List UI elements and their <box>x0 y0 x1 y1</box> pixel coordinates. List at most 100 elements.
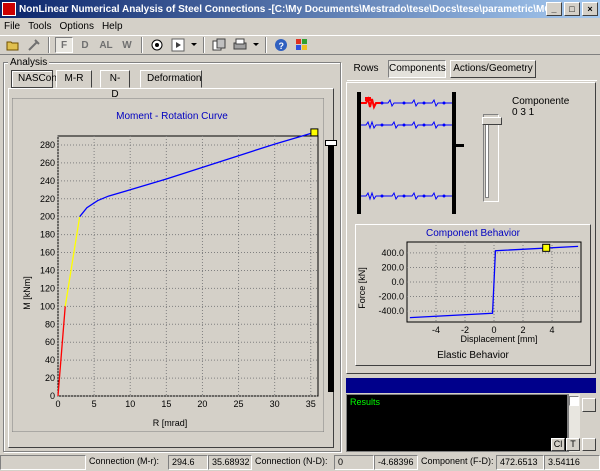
copy-icon[interactable] <box>210 37 228 53</box>
moment-x-tick-label: 30 <box>270 399 280 409</box>
dropdown-arrow-icon[interactable] <box>252 37 260 53</box>
moment-x-tick-label: 35 <box>306 399 316 409</box>
moment-x-tick-label: 25 <box>234 399 244 409</box>
moment-y-tick-label: 100 <box>40 301 55 311</box>
moment-y-tick-label: 160 <box>40 248 55 258</box>
component-slider-thumb[interactable] <box>482 117 502 125</box>
window-title: NonLinear Numerical Analysis of Steel Co… <box>19 3 559 15</box>
app-icon <box>2 2 16 16</box>
tab-actions-geometry[interactable]: Actions/Geometry <box>450 60 536 78</box>
al-button[interactable]: AL <box>97 37 115 53</box>
menu-help[interactable]: Help <box>98 21 127 32</box>
results-header-bar <box>346 378 596 393</box>
status-conn-nd-value-2: -4.68396 <box>374 454 418 470</box>
moment-chart-title: Moment - Rotation Curve <box>116 111 228 122</box>
status-comp-fd-label: Component (F-D): <box>421 455 494 466</box>
moment-y-tick-label: 80 <box>45 319 55 329</box>
component-marker <box>542 243 551 252</box>
moment-rotation-chart: Moment - Rotation Curve 0204060801001201… <box>12 98 324 432</box>
component-y-tick-label: 400.0 <box>381 248 404 258</box>
moment-y-tick-label: 20 <box>45 373 55 383</box>
status-bar: Connection (M-r): 294.6 35.68932 Connect… <box>0 453 600 471</box>
moment-x-tick-label: 0 <box>55 399 60 409</box>
moment-x-tick-label: 15 <box>161 399 171 409</box>
moment-y-tick-label: 240 <box>40 176 55 186</box>
status-comp-fd-value-1: 472.6513 <box>496 454 544 470</box>
component-y-tick-label: -400.0 <box>378 306 404 316</box>
moment-y-axis-label: M [kNm] <box>22 276 32 310</box>
results-checkbox[interactable] <box>569 396 579 406</box>
component-y-tick-label: 200.0 <box>381 262 404 272</box>
tab-nascon[interactable]: NASCon <box>11 70 57 88</box>
tab-m-r[interactable]: M-R <box>56 70 92 88</box>
moment-y-tick-label: 220 <box>40 194 55 204</box>
status-conn-mr-value-2: 35.68932 <box>208 454 252 470</box>
status-conn-nd-label: Connection (N-D): <box>255 455 328 466</box>
dropdown-arrow-icon[interactable] <box>190 37 198 53</box>
status-conn-mr-value-1: 294.6 <box>168 454 208 470</box>
t-button[interactable]: T <box>566 438 580 451</box>
moment-x-tick-label: 5 <box>92 399 97 409</box>
connection-schematic <box>352 88 472 218</box>
svg-text:?: ? <box>279 41 285 51</box>
w-button[interactable]: W <box>118 37 136 53</box>
menu-tools[interactable]: Tools <box>24 21 55 32</box>
chart-slider-thumb[interactable] <box>325 140 337 146</box>
moment-x-tick-label: 10 <box>125 399 135 409</box>
status-conn-mr-label: Connection (M-r): <box>89 455 160 466</box>
d-button[interactable]: D <box>76 37 94 53</box>
component-x-tick-label: 4 <box>549 325 554 335</box>
moment-y-tick-label: 200 <box>40 212 55 222</box>
component-caption: Elastic Behavior <box>437 350 509 361</box>
print-icon[interactable] <box>231 37 249 53</box>
component-chart-title: Component Behavior <box>426 228 521 239</box>
minimize-button[interactable]: _ <box>546 2 562 16</box>
menu-file[interactable]: File <box>0 21 24 32</box>
component-x-tick-label: -4 <box>432 325 440 335</box>
component-x-axis-label: Displacement [mm] <box>460 334 537 344</box>
component-value: 0 3 1 <box>512 107 535 118</box>
scroll-up-button[interactable] <box>582 398 596 412</box>
scroll-down-button[interactable] <box>582 438 596 451</box>
results-text-area[interactable]: Results <box>346 394 568 452</box>
status-comp-fd-value-2: 3.54116 <box>544 454 600 470</box>
f-button[interactable]: F <box>55 37 73 53</box>
windows-logo-icon[interactable] <box>293 37 311 53</box>
component-y-axis-label: Force [kN] <box>357 267 367 309</box>
moment-x-axis-label: R [mrad] <box>153 418 188 428</box>
chart-slider-track[interactable] <box>328 140 334 392</box>
restore-button[interactable]: □ <box>564 2 580 16</box>
tool-icon[interactable] <box>25 37 43 53</box>
close-button[interactable]: × <box>582 2 598 16</box>
title-bar: NonLinear Numerical Analysis of Steel Co… <box>0 0 600 18</box>
moment-y-tick-label: 180 <box>40 230 55 240</box>
tab-n-d[interactable]: N-D <box>100 70 130 100</box>
status-conn-nd-value-1: 0 <box>334 454 374 470</box>
menu-bar: File Tools Options Help <box>0 18 600 34</box>
tab-components[interactable]: Components <box>388 60 446 78</box>
play-icon[interactable] <box>169 37 187 53</box>
menu-options[interactable]: Options <box>55 21 97 32</box>
moment-y-tick-label: 140 <box>40 265 55 275</box>
component-y-tick-label: 0.0 <box>391 277 404 287</box>
results-label: Results <box>350 397 381 407</box>
moment-marker <box>310 128 319 137</box>
moment-y-tick-label: 40 <box>45 355 55 365</box>
component-y-tick-label: -200.0 <box>378 292 404 302</box>
clear-button[interactable]: Cl <box>551 438 565 451</box>
analysis-group-label: Analysis <box>8 57 50 68</box>
help-icon[interactable]: ? <box>272 37 290 53</box>
run-icon[interactable] <box>148 37 166 53</box>
moment-y-tick-label: 0 <box>50 391 55 401</box>
component-behavior-chart: Component Behavior 400.0 200.0 0.0 -200.0 -4… <box>357 228 582 344</box>
moment-y-tick-label: 60 <box>45 337 55 347</box>
moment-x-tick-label: 20 <box>197 399 207 409</box>
tab-deformation[interactable]: Deformation <box>140 70 202 88</box>
component-label: Componente <box>512 96 570 107</box>
status-blank <box>0 454 86 470</box>
open-folder-icon[interactable] <box>4 37 22 53</box>
moment-y-tick-label: 260 <box>40 158 55 168</box>
tab-rows[interactable]: Rows <box>348 62 384 78</box>
component-slider-track <box>485 122 489 198</box>
moment-y-tick-label: 280 <box>40 140 55 150</box>
